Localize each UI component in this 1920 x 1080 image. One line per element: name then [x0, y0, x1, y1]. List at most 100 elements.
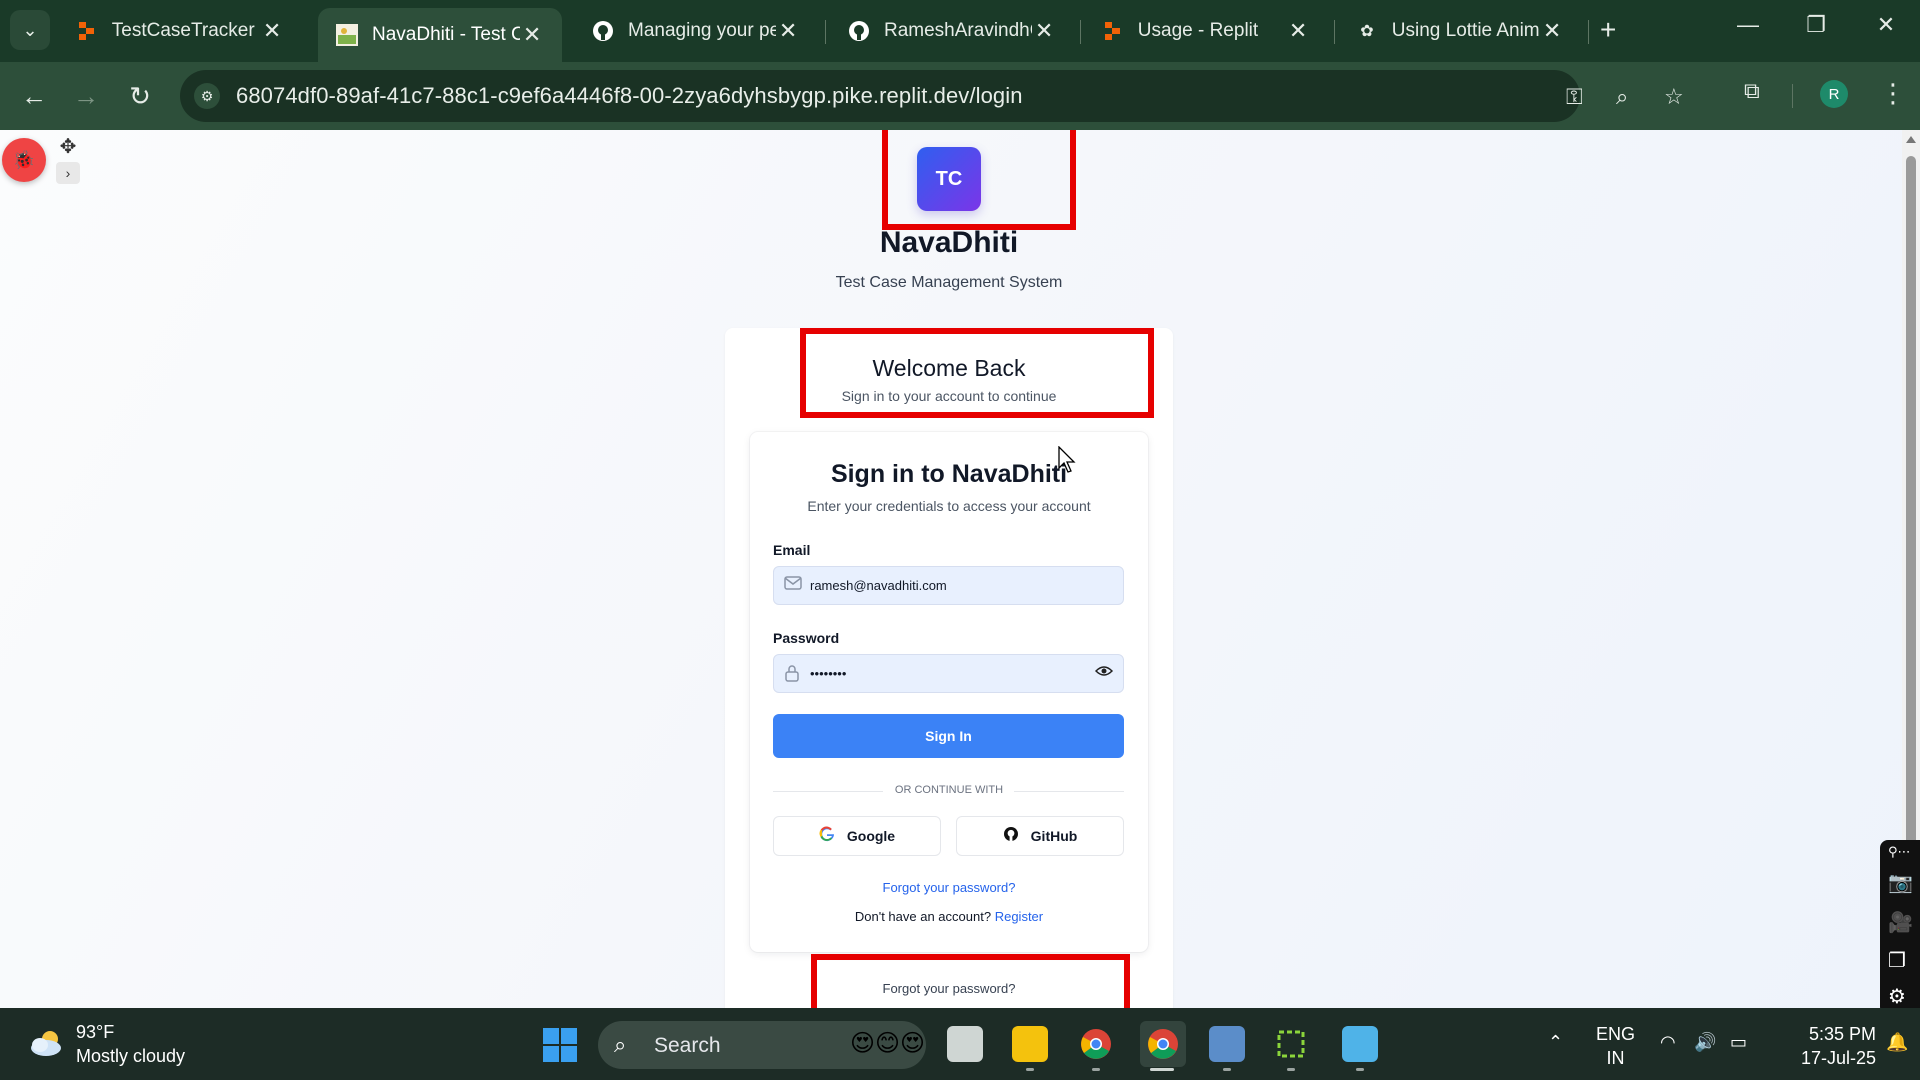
running-indicator: [1356, 1068, 1364, 1071]
language-indicator[interactable]: ENG IN: [1596, 1022, 1635, 1070]
sign-in-button[interactable]: Sign In: [773, 714, 1124, 758]
forgot-password-link[interactable]: Forgot your password?: [750, 880, 1148, 895]
close-window-button[interactable]: ✕: [1866, 12, 1906, 38]
editor-app-icon[interactable]: [1273, 1026, 1309, 1062]
browser-menu-icon[interactable]: ⋮: [1880, 78, 1906, 109]
task-view-icon[interactable]: [947, 1026, 983, 1062]
minimize-button[interactable]: —: [1728, 12, 1768, 38]
clock[interactable]: 5:35 PM 17-Jul-25: [1780, 1022, 1876, 1070]
close-icon: ✕: [1876, 12, 1896, 37]
notepad-icon[interactable]: [1342, 1026, 1378, 1062]
replit-icon: [1102, 20, 1124, 42]
emoji-decoration-icon: 😍😊😍: [850, 1030, 926, 1057]
debug-icon[interactable]: 🐞: [2, 138, 46, 182]
brand-tagline: Test Case Management System: [835, 274, 1063, 291]
tab-managing-personal[interactable]: Managing your personal ✕: [574, 8, 818, 54]
more-options-icon[interactable]: ⚲⋯: [1888, 844, 1911, 860]
google-label: Google: [846, 828, 896, 844]
password-label: Password: [773, 630, 840, 646]
tab-navadhiti[interactable]: NavaDhiti - Test Case ✕: [318, 8, 562, 62]
plus-icon: +: [1600, 14, 1617, 45]
close-icon[interactable]: ✕: [1286, 18, 1310, 44]
chevron-down-icon: ⌄: [22, 19, 38, 40]
clock-date: 17-Jul-25: [1800, 1048, 1876, 1068]
close-icon[interactable]: ✕: [776, 18, 800, 44]
scroll-thumb[interactable]: [1906, 156, 1916, 846]
video-icon[interactable]: 🎥: [1888, 910, 1913, 935]
tab-search-button[interactable]: ⌄: [10, 10, 50, 50]
expand-chevron-icon[interactable]: ›: [56, 162, 80, 184]
highlight-box-welcome: [800, 328, 1154, 418]
close-icon[interactable]: ✕: [260, 18, 284, 44]
weather-temperature[interactable]: 93°F: [76, 1022, 114, 1043]
wifi-icon[interactable]: ◠: [1660, 1032, 1676, 1053]
reload-icon: ↻: [129, 80, 151, 111]
url-text[interactable]: 68074df0-89af-41c7-88c1-c9ef6a4446f8-00-…: [236, 83, 1023, 109]
scroll-up-arrow-icon[interactable]: [1906, 136, 1916, 143]
chrome-icon[interactable]: [1078, 1026, 1114, 1062]
page-thumbnail-icon: [336, 24, 358, 46]
file-explorer-icon[interactable]: [1012, 1026, 1048, 1062]
new-tab-button[interactable]: +: [1600, 14, 1616, 46]
chrome-profile-icon[interactable]: [1140, 1021, 1186, 1067]
reload-button[interactable]: ↻: [122, 78, 158, 114]
password-value: ••••••••: [810, 666, 847, 681]
extensions-icon[interactable]: ⧉: [1744, 78, 1760, 104]
back-button[interactable]: ←: [16, 78, 52, 114]
site-settings-icon[interactable]: ⚙: [194, 83, 220, 109]
tab-title: Using Lottie Animations: [1391, 20, 1540, 41]
divider-right: [1014, 791, 1124, 792]
capture-toolbar: ⚲⋯ 📷 🎥 ❐ ⚙: [1880, 840, 1920, 1015]
move-icon[interactable]: ✥: [56, 134, 80, 158]
camera-icon[interactable]: 📷: [1888, 870, 1913, 895]
highlight-box-logo: [882, 130, 1076, 230]
forward-button[interactable]: →: [68, 78, 104, 114]
password-field[interactable]: ••••••••: [773, 654, 1124, 693]
tab-usage-replit[interactable]: Usage - Replit ✕: [1084, 8, 1328, 54]
battery-icon[interactable]: ▭: [1730, 1032, 1747, 1053]
tab-rameshara[interactable]: RameshAravindhQ ✕: [830, 8, 1074, 54]
eye-icon[interactable]: [1094, 664, 1114, 682]
running-indicator: [1026, 1068, 1034, 1071]
tab-separator: [1334, 20, 1335, 44]
zoom-icon[interactable]: ⌕: [1616, 84, 1628, 110]
register-link[interactable]: Register: [995, 909, 1043, 924]
signin-form: Sign in to NavaDhiti Enter your credenti…: [750, 432, 1148, 952]
weather-description[interactable]: Mostly cloudy: [76, 1046, 185, 1067]
messaging-app-icon[interactable]: [1209, 1026, 1245, 1062]
github-label: GitHub: [1030, 828, 1078, 844]
chevron-up-icon[interactable]: ⌃: [1548, 1032, 1563, 1053]
restore-button[interactable]: ❐: [1796, 12, 1836, 38]
tab-separator: [1588, 20, 1589, 44]
register-prompt: Don't have an account? Register: [750, 909, 1148, 924]
brand-name: NavaDhiti: [879, 226, 1019, 259]
google-icon: [819, 826, 835, 847]
cloud-icon[interactable]: [28, 1028, 66, 1058]
form-subtitle: Enter your credentials to access your ac…: [807, 498, 1091, 514]
email-field[interactable]: ramesh@navadhiti.com: [773, 566, 1124, 605]
gear-icon[interactable]: ⚙: [1888, 984, 1906, 1009]
google-button[interactable]: Google: [773, 816, 941, 856]
active-indicator: [1150, 1068, 1174, 1071]
tab-lottie[interactable]: ✿ Using Lottie Animations ✕: [1338, 8, 1582, 54]
address-bar[interactable]: ⚙ 68074df0-89af-41c7-88c1-c9ef6a4446f8-0…: [180, 70, 1684, 122]
form-title: Sign in to NavaDhiti: [830, 460, 1068, 488]
language-code: ENG: [1596, 1024, 1636, 1044]
tab-testcasetracker[interactable]: TestCaseTracker (4) ✕: [58, 8, 302, 54]
profile-avatar[interactable]: R: [1820, 80, 1848, 108]
running-indicator: [1287, 1068, 1295, 1071]
tab-title: RameshAravindhQ: [884, 20, 1033, 41]
key-icon[interactable]: ⚿: [1566, 84, 1583, 110]
tab-title: TestCaseTracker (4): [111, 20, 260, 41]
start-button[interactable]: [543, 1028, 577, 1062]
close-icon[interactable]: ✕: [520, 22, 544, 48]
notification-icon[interactable]: 🔔: [1886, 1032, 1908, 1053]
close-icon[interactable]: ✕: [1540, 18, 1564, 44]
star-icon[interactable]: ☆: [1664, 84, 1684, 110]
openai-icon: ✿: [1360, 23, 1374, 40]
close-icon[interactable]: ✕: [1032, 18, 1056, 44]
taskbar-search[interactable]: ⌕ Search 😍😊😍: [598, 1021, 926, 1069]
volume-icon[interactable]: 🔊: [1694, 1032, 1716, 1053]
window-capture-icon[interactable]: ❐: [1888, 948, 1906, 973]
github-button[interactable]: GitHub: [956, 816, 1124, 856]
